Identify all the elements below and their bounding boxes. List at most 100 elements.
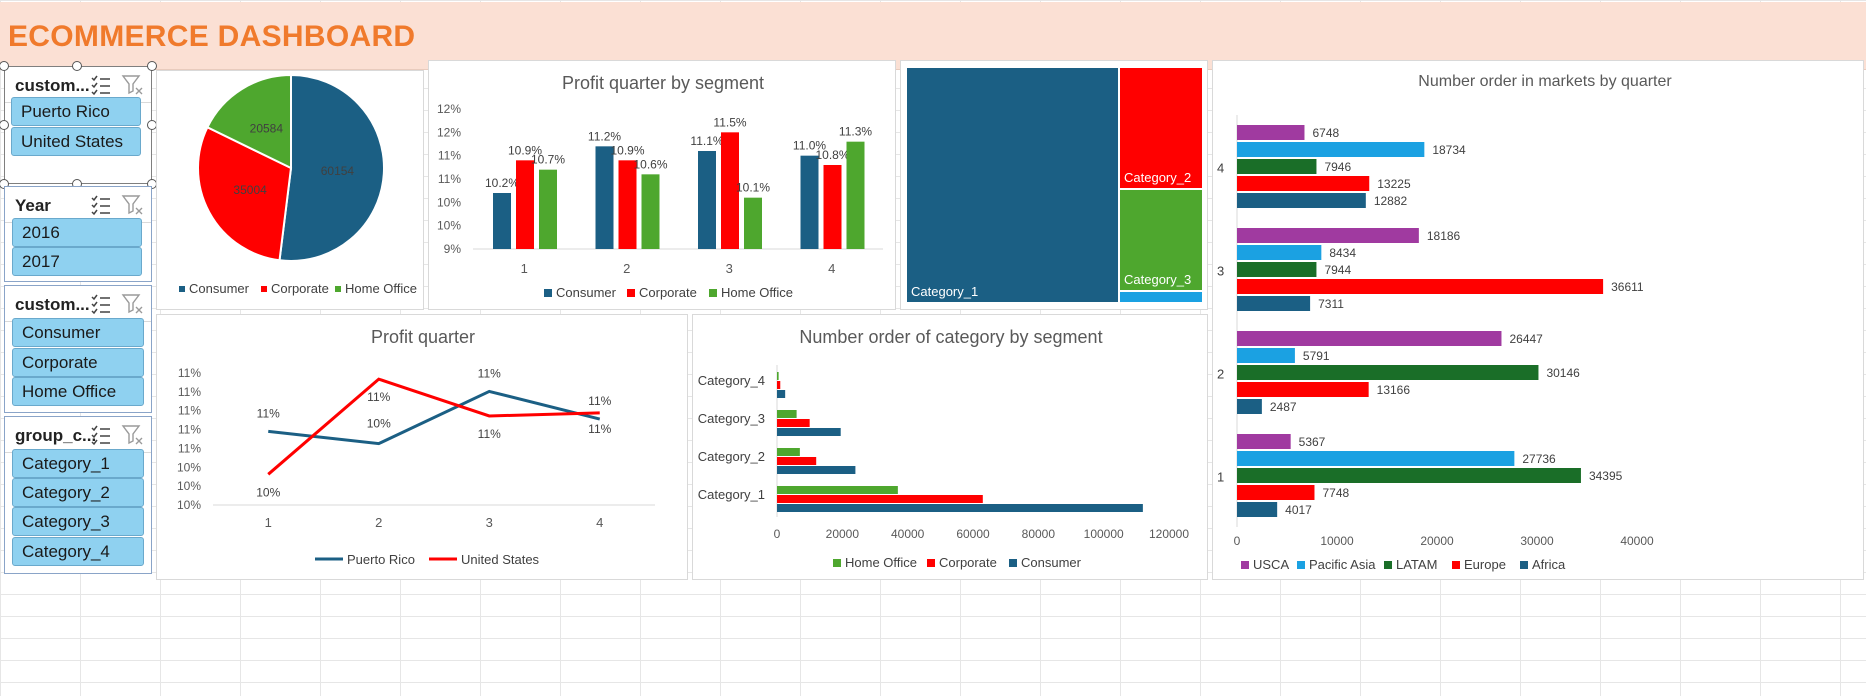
slicer-item-category-1[interactable]: Category_1 [12,449,144,478]
legend-label: Pacific Asia [1309,557,1376,572]
slicer-header: group_c... [5,417,151,453]
chart-profit-quarter[interactable]: Profit quarter 10% 10% 10% 11% 11% 11% 11% 11% 1 2… [156,314,688,580]
bar [1237,331,1502,346]
bar-data-label: 8434 [1329,246,1356,260]
legend-swatch [927,559,935,567]
bar [777,419,810,427]
slicer-title: Year [15,196,51,215]
slicer-item-puerto-rico[interactable]: Puerto Rico [11,97,141,126]
resize-handle[interactable] [72,61,82,71]
y-tick-label: 12% [437,102,461,116]
slicer-customer-country[interactable]: custom... Puerto Rico United States [4,66,152,184]
bar-data-label: 13166 [1377,383,1411,397]
slicer-item-category-2[interactable]: Category_2 [12,478,144,507]
legend-label: Home Office [345,281,417,296]
bar-data-label: 18186 [1427,229,1461,243]
y-tick-label: Category_1 [698,487,765,502]
pie-data-label: 35004 [233,183,267,197]
slicer-item-corporate[interactable]: Corporate [12,348,144,377]
y-tick-label: 11% [178,385,201,399]
bar-data-label: 10.9% [610,143,644,157]
clear-filter-icon[interactable] [121,73,145,97]
x-tick-label: 20000 [1420,534,1454,548]
line-data-label: 11% [478,427,501,441]
bar-data-label: 34395 [1589,469,1623,483]
x-tick-label: 2 [375,515,382,530]
bar [1237,348,1295,363]
treemap-label: Category_2 [1124,170,1191,185]
chart-category-by-segment[interactable]: Number order of category by segment 0 2000… [692,314,1208,580]
slicer-item-2016[interactable]: 2016 [12,218,142,247]
line-data-label: 10% [256,485,280,499]
legend-label: United States [461,552,540,567]
y-tick-label: 10% [437,195,461,209]
bar [641,174,660,249]
bar [777,410,797,418]
bar-data-label: 11.5% [713,115,746,129]
bar-data-label: 7311 [1318,297,1344,311]
bar-data-label: 4017 [1285,503,1312,517]
y-tick-label: 3 [1217,264,1224,279]
slicer-item-home-office[interactable]: Home Office [12,377,144,406]
bar [493,193,511,249]
multi-select-icon[interactable] [89,423,113,447]
bar-data-label: 26447 [1509,332,1543,346]
multi-select-icon[interactable] [89,193,113,217]
chart-profit-quarter-by-segment[interactable]: Profit quarter by segment 9% 10% 10% 11% 11% 1… [428,60,896,310]
slicer-item-category-3[interactable]: Category_3 [12,507,144,536]
treemap-chart-svg: Category_1 Category_2 Category_3 [907,68,1202,302]
clear-filter-icon[interactable] [121,193,145,217]
bar-data-label: 7946 [1324,160,1351,174]
chart-treemap-category[interactable]: Category_1 Category_2 Category_3 [900,60,1208,310]
bar-data-label: 5791 [1303,349,1330,363]
bar [846,141,865,249]
clear-filter-icon[interactable] [121,292,145,316]
line-data-label: 11% [257,406,280,420]
legend-swatch [1384,561,1392,569]
line-data-label: 11% [588,422,611,436]
bar [618,160,637,249]
x-tick-label: 20000 [826,527,860,541]
chart-orders-by-market[interactable]: Number order in markets by quarter 0 10000… [1212,60,1864,580]
dashboard-title: ECOMMERCE DASHBOARD [8,20,416,53]
slicer-customer-segment[interactable]: custom... Consumer Corporate Home Office [4,285,152,413]
y-tick-label: 10% [177,479,201,493]
bar-data-label: 10.6% [633,157,667,171]
bar [1237,382,1369,397]
slicer-item-2017[interactable]: 2017 [12,247,142,276]
slicer-year[interactable]: Year 2016 2017 [4,186,152,282]
clear-filter-icon[interactable] [121,423,145,447]
markets-chart-svg: Number order in markets by quarter 0 10000… [1217,73,1672,572]
bar [800,155,819,249]
profit-segment-chart-svg: Profit quarter by segment 9% 10% 10% 11% 11% 1… [437,73,883,300]
treemap-label: Category_1 [911,284,978,299]
line-data-label: 11% [478,366,501,380]
pie-data-label: 20584 [250,122,284,136]
bar [516,160,534,249]
y-tick-label: 11% [438,149,461,163]
y-tick-label: 1 [1217,470,1224,485]
bar [698,151,716,249]
legend-label: Home Office [721,285,793,300]
legend-swatch [833,559,841,567]
multi-select-icon[interactable] [89,292,113,316]
legend-label: Puerto Rico [347,552,415,567]
slicer-item-consumer[interactable]: Consumer [12,318,144,347]
slicer-group-category[interactable]: group_c... Category_1 Category_2 Categor… [4,416,152,574]
legend-label: Consumer [1021,555,1082,570]
slicer-header: custom... [5,286,151,322]
slicer-item-united-states[interactable]: United States [11,127,141,156]
chart-title: Number order of category by segment [799,327,1102,347]
bar-data-label: 10.1% [736,181,770,195]
bar-data-label: 12882 [1374,194,1408,208]
bar [777,457,817,465]
y-tick-label: 10% [437,219,461,233]
legend-swatch [1297,561,1305,569]
x-tick-label: 1 [265,515,272,530]
slicer-item-category-4[interactable]: Category_4 [12,537,144,566]
slicer-title: group_c... [15,426,97,445]
chart-pie-segment[interactable]: 60154 35004 20584 Consumer Corporate Home Off… [156,70,424,310]
multi-select-icon[interactable] [89,73,113,97]
slicer-title: custom... [15,295,90,314]
bar [777,428,841,436]
